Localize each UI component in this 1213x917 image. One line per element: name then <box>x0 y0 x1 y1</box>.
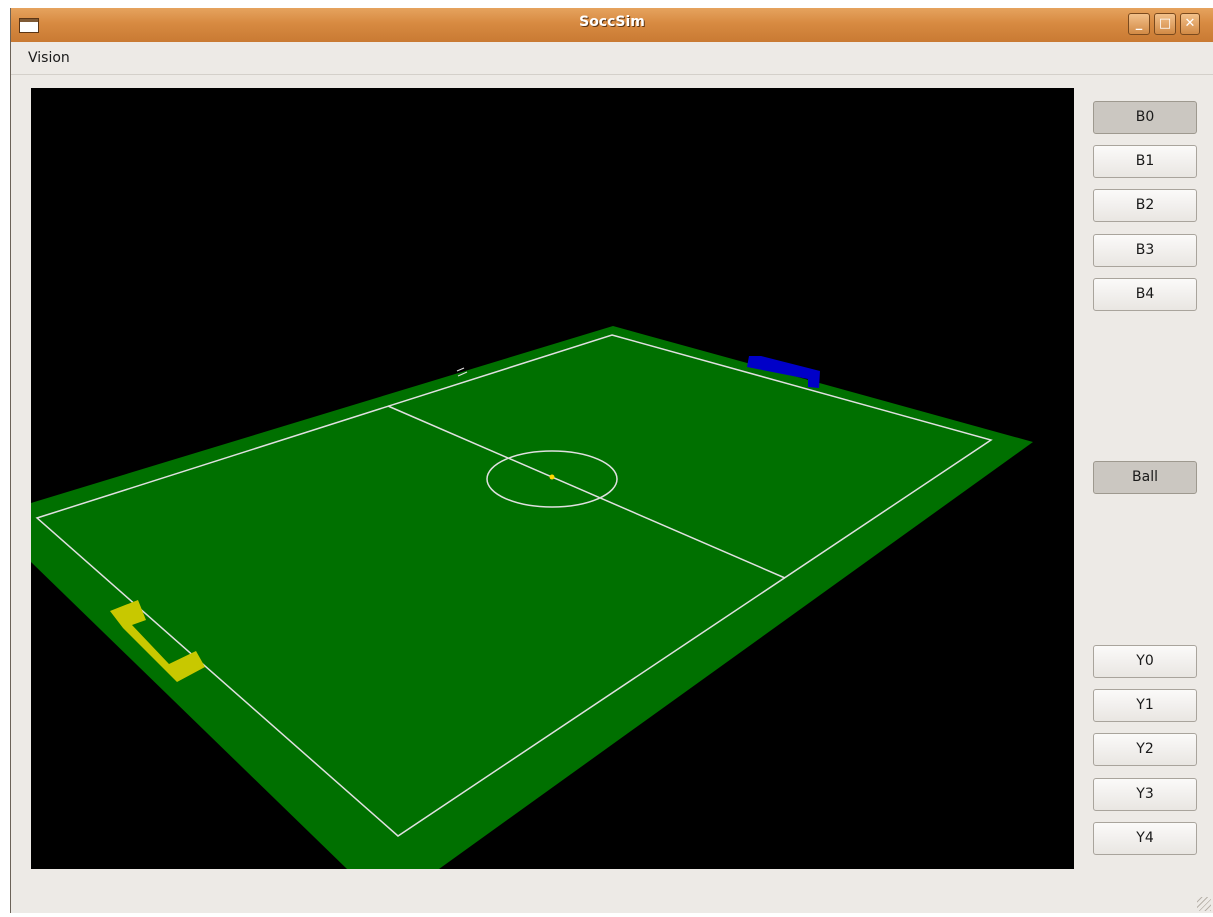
field-viewport[interactable] <box>31 88 1074 869</box>
robot-b2-button[interactable]: B2 <box>1093 189 1197 222</box>
robot-y1-button[interactable]: Y1 <box>1093 689 1197 722</box>
close-button[interactable]: ✕ <box>1180 13 1200 35</box>
robot-b0-button[interactable]: B0 <box>1093 101 1197 134</box>
menu-vision[interactable]: Vision <box>28 50 70 66</box>
robot-y3-button[interactable]: Y3 <box>1093 778 1197 811</box>
robot-b4-button[interactable]: B4 <box>1093 278 1197 311</box>
ball-button[interactable]: Ball <box>1093 461 1197 494</box>
title-bar[interactable]: SoccSim _ □ ✕ <box>11 8 1213 43</box>
minimize-button[interactable]: _ <box>1128 13 1150 35</box>
robot-y0-button[interactable]: Y0 <box>1093 645 1197 678</box>
robot-y2-button[interactable]: Y2 <box>1093 733 1197 766</box>
robot-y4-button[interactable]: Y4 <box>1093 822 1197 855</box>
maximize-button[interactable]: □ <box>1154 13 1176 35</box>
field-3d-view <box>31 88 1074 869</box>
robot-b3-button[interactable]: B3 <box>1093 234 1197 267</box>
window-title: SoccSim <box>579 14 645 30</box>
ball <box>549 474 555 480</box>
app-window: SoccSim _ □ ✕ Vision B0 B1 B2 B3 B4 Ball… <box>10 8 1213 913</box>
menu-bar: Vision <box>11 42 1213 75</box>
resize-grip-icon[interactable] <box>1197 897 1211 911</box>
robot-b1-button[interactable]: B1 <box>1093 145 1197 178</box>
